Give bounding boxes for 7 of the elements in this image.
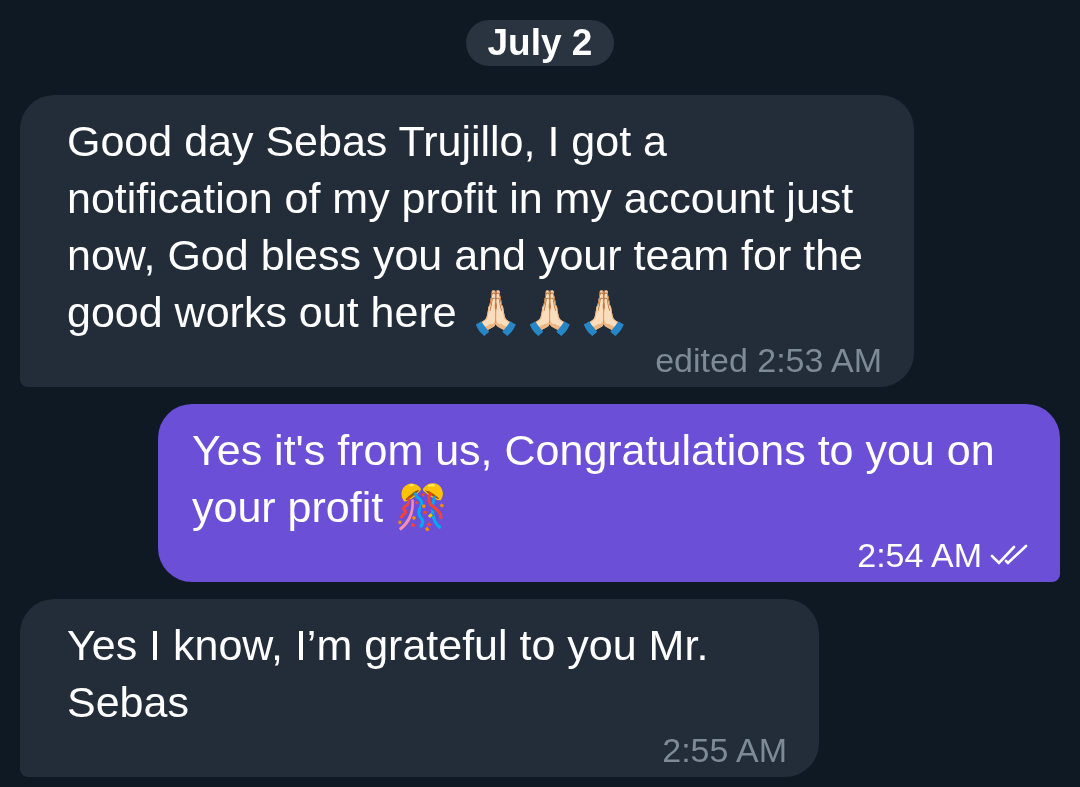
- message-text: Yes it's from us, Congratulations to you on your profit 🎊: [192, 425, 996, 533]
- message-time: 2:54 AM: [857, 536, 982, 574]
- message-time: edited 2:53 AM: [655, 341, 882, 379]
- date-badge: July 2: [465, 20, 615, 66]
- message-time: 2:55 AM: [662, 731, 787, 769]
- message-text: Good day Sebas Trujillo, I got a notification of my profit in my account just now, God bless you and your team for the good works out here 🙏🏻🙏🏻🙏🏻: [67, 116, 864, 338]
- message-text: Yes I know, I’m grateful to you Mr. Sebas: [67, 620, 710, 728]
